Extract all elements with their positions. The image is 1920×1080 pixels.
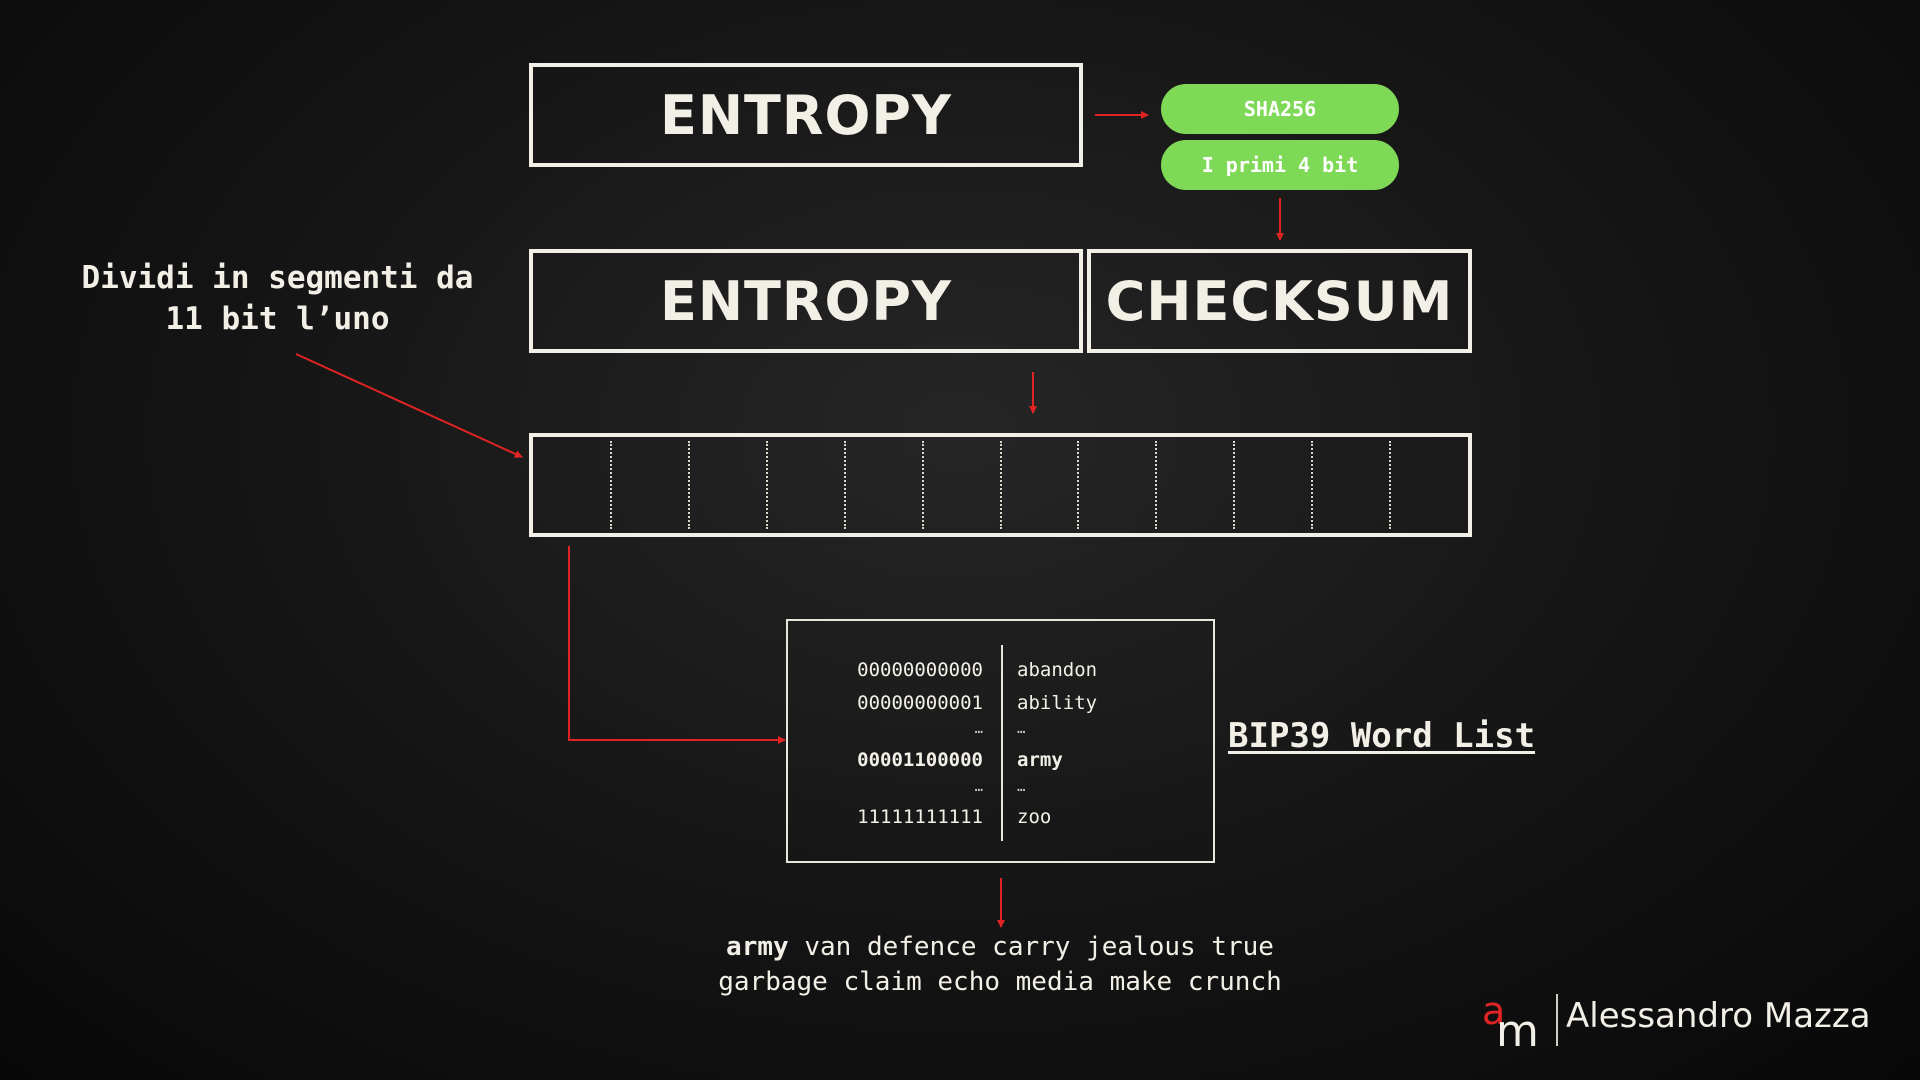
mnemonic-phrase: army van defence carry jealous true garb…	[660, 930, 1340, 1000]
wordlist-separator	[1001, 645, 1003, 841]
wordlist-word: …	[1017, 721, 1026, 737]
wordlist-word: ability	[1017, 692, 1098, 714]
wordlist-word: …	[1017, 779, 1026, 795]
segment-divider	[765, 441, 768, 529]
segment-divider	[1233, 441, 1236, 529]
split-note-line1: Dividi in segmenti da	[81, 260, 474, 296]
wordlist-title: BIP39 Word List	[1228, 716, 1536, 756]
wordlist-word: zoo	[1017, 806, 1052, 828]
bip39-wordlist-table: 00000000000 abandon 00000000001 ability … … 00…	[786, 619, 1215, 863]
brand-divider	[1556, 994, 1558, 1046]
entropy-box-top: ENTROPY	[529, 63, 1083, 167]
wordlist-bits: 00001100000	[857, 749, 983, 771]
split-note: Dividi in segmenti da 11 bit l’uno	[40, 258, 515, 340]
arrow-note-to-segments	[295, 353, 523, 458]
mnemonic-line1: army van defence carry jealous true	[660, 930, 1340, 965]
sha256-label: SHA256	[1243, 97, 1317, 121]
svg-text:m: m	[1496, 1006, 1539, 1050]
split-note-line2: 11 bit l’uno	[165, 301, 390, 337]
segment-divider	[1077, 441, 1080, 529]
mnemonic-line1-rest: van defence carry jealous true	[788, 932, 1274, 962]
wordlist-bits: 00000000000	[857, 659, 983, 681]
segment-divider	[1389, 441, 1392, 529]
segment-divider	[687, 441, 690, 529]
mnemonic-line2: garbage claim echo media make crunch	[718, 967, 1282, 997]
segment-bar	[529, 433, 1472, 537]
am-logo-icon: a m	[1482, 990, 1539, 1050]
wordlist-bits: …	[974, 721, 983, 737]
wordlist-bits: …	[974, 779, 983, 795]
first-bits-label: I primi 4 bit	[1201, 153, 1359, 177]
mnemonic-first-word: army	[726, 932, 789, 962]
entropy-second-label: ENTROPY	[659, 269, 953, 333]
segment-divider	[1311, 441, 1314, 529]
wordlist-bits: 11111111111	[857, 806, 983, 828]
segment-divider	[999, 441, 1002, 529]
checksum-box: CHECKSUM	[1087, 249, 1472, 353]
sha256-pill: SHA256	[1161, 84, 1399, 134]
wordlist-word: army	[1017, 749, 1063, 771]
wordlist-word: abandon	[1017, 659, 1098, 681]
entropy-top-label: ENTROPY	[659, 83, 953, 147]
segment-divider	[843, 441, 846, 529]
segment-divider	[1155, 441, 1158, 529]
first-bits-pill: I primi 4 bit	[1161, 140, 1399, 190]
checksum-label: CHECKSUM	[1105, 269, 1454, 333]
entropy-box-second: ENTROPY	[529, 249, 1083, 353]
wordlist-bits: 00000000001	[857, 692, 983, 714]
arrow-segment-to-wordlist	[568, 546, 786, 744]
segment-divider	[609, 441, 612, 529]
segment-divider	[921, 441, 924, 529]
author-name: Alessandro Mazza	[1566, 996, 1871, 1036]
